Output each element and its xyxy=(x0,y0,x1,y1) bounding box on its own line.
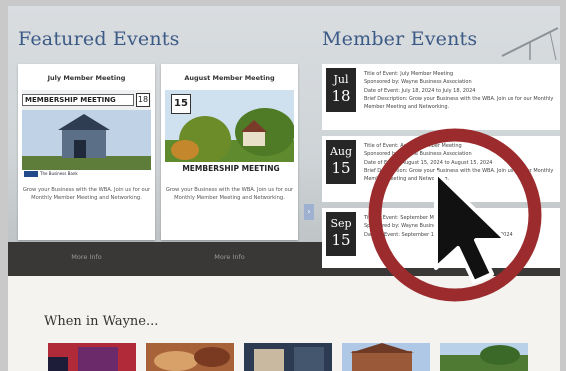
event-sponsor: Sponsored by: Wayne Business Association xyxy=(364,223,472,230)
member-event-item[interactable]: Jul 18 Title of Event: July Member Meeti… xyxy=(322,64,560,130)
event-dates: Date of Event: August 15, 2024 to August… xyxy=(364,159,493,166)
event-date-badge: Sep 15 xyxy=(326,212,356,256)
when-in-wayne-heading: When in Wayne... xyxy=(44,314,159,329)
featured-event-card[interactable]: August Member Meeting 15 MEMBERSHIP MEET… xyxy=(161,64,298,240)
wayne-thumbnail[interactable] xyxy=(342,343,430,371)
event-details: Title of Event: September Member Meeting… xyxy=(364,214,556,239)
event-description: Brief Description: Grow your Business wi… xyxy=(364,167,554,183)
event-dates: Date of Event: September 15, 2024 to Sep… xyxy=(364,231,513,238)
wayne-thumbnail[interactable] xyxy=(48,343,136,371)
page-frame: Featured Events Member Events July Membe… xyxy=(8,6,560,371)
event-details: Title of Event: August Member Meeting Sp… xyxy=(364,142,556,183)
event-title[interactable]: Title of Event: September Member Meeting xyxy=(364,214,556,222)
event-date-badge: Aug 15 xyxy=(326,140,356,184)
featured-event-card[interactable]: July Member Meeting MEMBERSHIP MEETING 1… xyxy=(18,64,155,240)
member-event-item[interactable]: Aug 15 Title of Event: August Member Mee… xyxy=(322,136,560,202)
member-event-item[interactable]: Sep 15 Title of Event: September Member … xyxy=(322,208,560,268)
event-day: 15 xyxy=(331,159,351,177)
featured-event-image[interactable]: MEMBERSHIP MEETING 18 The Business Bank xyxy=(22,90,151,178)
event-dates: Date of Event: July 18, 2024 to July 18,… xyxy=(364,87,476,94)
event-description: Brief Description: Grow your Business wi… xyxy=(364,95,554,111)
wayne-thumbnail[interactable] xyxy=(244,343,332,371)
featured-event-description: Grow your Business with the WBA. Join us… xyxy=(165,187,294,201)
featured-event-title[interactable]: August Member Meeting xyxy=(161,74,298,88)
member-events-heading: Member Events xyxy=(322,28,478,50)
image-date-corner: 15 xyxy=(171,94,191,114)
featured-event-title[interactable]: July Member Meeting xyxy=(18,74,155,88)
image-date-corner: 18 xyxy=(136,93,150,107)
wayne-thumbnail[interactable] xyxy=(440,343,528,371)
featured-events-heading: Featured Events xyxy=(18,28,180,50)
featured-event-description: Grow your Business with the WBA. Join us… xyxy=(22,187,151,201)
wayne-thumbnail[interactable] xyxy=(146,343,234,371)
more-info-button[interactable]: More Info xyxy=(18,246,155,268)
event-title[interactable]: Title of Event: July Member Meeting xyxy=(364,70,556,78)
event-sponsor: Sponsored by: Wayne Business Association xyxy=(364,79,472,86)
event-month: Sep xyxy=(330,217,352,230)
event-day: 18 xyxy=(331,87,351,105)
event-date-badge: Jul 18 xyxy=(326,68,356,112)
crane-silhouette xyxy=(501,27,559,60)
event-details: Title of Event: July Member Meeting Spon… xyxy=(364,70,556,111)
event-sponsor: Sponsored by: Wayne Business Association xyxy=(364,151,472,158)
event-month: Jul xyxy=(333,73,349,86)
featured-event-image[interactable]: 15 MEMBERSHIP MEETING xyxy=(165,90,294,178)
more-info-button[interactable]: More Info xyxy=(161,246,298,268)
image-banner-text: MEMBERSHIP MEETING xyxy=(22,94,134,106)
event-day: 15 xyxy=(331,231,351,249)
chevron-right-icon[interactable]: › xyxy=(304,204,314,220)
event-title[interactable]: Title of Event: August Member Meeting xyxy=(364,142,556,150)
image-caption: The Business Bank xyxy=(40,171,78,176)
event-month: Aug xyxy=(329,145,353,158)
image-banner-text: MEMBERSHIP MEETING xyxy=(182,164,280,173)
